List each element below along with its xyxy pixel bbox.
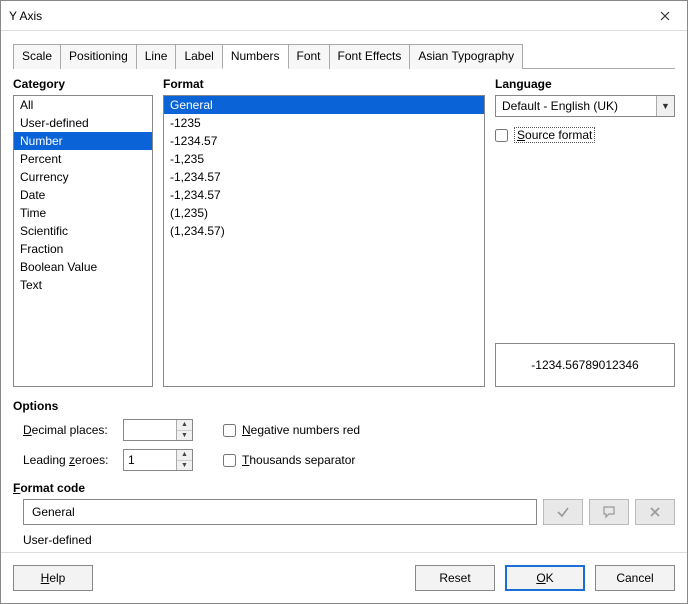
format-listbox[interactable]: General-1235-1234.57-1,235-1,234.57-1,23…	[163, 95, 485, 387]
format-preview-value: -1234.56789012346	[531, 358, 638, 372]
close-button[interactable]	[645, 2, 685, 30]
tab-numbers[interactable]: Numbers	[222, 44, 289, 69]
spin-down-icon[interactable]: ▼	[177, 461, 192, 471]
chevron-down-icon: ▼	[656, 96, 674, 116]
thousands-label: Thousands separator	[242, 453, 355, 467]
tab-asian-typography[interactable]: Asian Typography	[409, 44, 523, 69]
source-format-checkbox-row[interactable]: Source format	[495, 127, 675, 143]
format-code-comment-button[interactable]	[589, 499, 629, 525]
negative-red-label: Negative numbers red	[242, 423, 360, 437]
format-item[interactable]: -1235	[164, 114, 484, 132]
format-code-input[interactable]	[23, 499, 537, 525]
language-select[interactable]: Default - English (UK) ▼	[495, 95, 675, 117]
category-item[interactable]: Date	[14, 186, 152, 204]
titlebar: Y Axis	[1, 1, 687, 31]
language-heading: Language	[495, 77, 675, 91]
format-code-note: User-defined	[23, 533, 675, 547]
tab-scale[interactable]: Scale	[13, 44, 61, 69]
window-title: Y Axis	[9, 9, 645, 23]
options-section: Options Decimal places: ▲▼ Negative numb…	[13, 399, 675, 471]
tab-positioning[interactable]: Positioning	[60, 44, 137, 69]
format-item[interactable]: -1,234.57	[164, 186, 484, 204]
format-item[interactable]: General	[164, 96, 484, 114]
language-select-value: Default - English (UK)	[502, 99, 656, 113]
format-item[interactable]: (1,234.57)	[164, 222, 484, 240]
category-item[interactable]: User-defined	[14, 114, 152, 132]
tabstrip: ScalePositioningLineLabelNumbersFontFont…	[13, 43, 675, 69]
category-item[interactable]: Percent	[14, 150, 152, 168]
format-item[interactable]: -1,235	[164, 150, 484, 168]
source-format-checkbox[interactable]	[495, 129, 508, 142]
cancel-button[interactable]: Cancel	[595, 565, 675, 591]
leading-zeroes-spinner[interactable]: ▲▼	[123, 449, 193, 471]
reset-button[interactable]: Reset	[415, 565, 495, 591]
category-item[interactable]: Number	[14, 132, 152, 150]
format-code-apply-button[interactable]	[543, 499, 583, 525]
decimal-places-spinner[interactable]: ▲▼	[123, 419, 193, 441]
format-code-section: Format code User-defined	[13, 481, 675, 547]
format-item[interactable]: (1,235)	[164, 204, 484, 222]
leading-zeroes-input[interactable]	[124, 450, 176, 470]
tab-font-effects[interactable]: Font Effects	[329, 44, 411, 69]
comment-icon	[602, 505, 616, 519]
category-item[interactable]: Boolean Value	[14, 258, 152, 276]
thousands-checkbox[interactable]	[223, 454, 236, 467]
dialog-yaxis: Y Axis ScalePositioningLineLabelNumbersF…	[0, 0, 688, 604]
check-icon	[556, 505, 570, 519]
category-item[interactable]: Scientific	[14, 222, 152, 240]
decimal-places-label: Decimal places:	[23, 423, 123, 437]
close-icon	[660, 11, 670, 21]
negative-red-checkbox[interactable]	[223, 424, 236, 437]
format-heading: Format	[163, 77, 485, 91]
decimal-places-input[interactable]	[124, 420, 176, 440]
format-code-heading: Format code	[13, 481, 675, 495]
category-item[interactable]: Time	[14, 204, 152, 222]
format-item[interactable]: -1,234.57	[164, 168, 484, 186]
category-heading: Category	[13, 77, 153, 91]
spin-up-icon[interactable]: ▲	[177, 450, 192, 461]
category-item[interactable]: All	[14, 96, 152, 114]
source-format-label: Source format	[514, 127, 595, 143]
category-item[interactable]: Currency	[14, 168, 152, 186]
ok-button[interactable]: OK	[505, 565, 585, 591]
category-listbox[interactable]: AllUser-definedNumberPercentCurrencyDate…	[13, 95, 153, 387]
thousands-row[interactable]: Thousands separator	[223, 453, 443, 467]
spin-up-icon[interactable]: ▲	[177, 420, 192, 431]
tab-font[interactable]: Font	[288, 44, 330, 69]
category-item[interactable]: Text	[14, 276, 152, 294]
negative-red-row[interactable]: Negative numbers red	[223, 423, 443, 437]
x-icon	[649, 506, 661, 518]
help-button[interactable]: Help	[13, 565, 93, 591]
leading-zeroes-label: Leading zeroes:	[23, 453, 123, 467]
tab-label[interactable]: Label	[175, 44, 222, 69]
format-preview: -1234.56789012346	[495, 343, 675, 387]
category-item[interactable]: Fraction	[14, 240, 152, 258]
options-heading: Options	[13, 399, 675, 413]
format-item[interactable]: -1234.57	[164, 132, 484, 150]
spin-down-icon[interactable]: ▼	[177, 431, 192, 441]
tab-line[interactable]: Line	[136, 44, 177, 69]
format-code-delete-button[interactable]	[635, 499, 675, 525]
button-bar: Help Reset OK Cancel	[1, 552, 687, 603]
